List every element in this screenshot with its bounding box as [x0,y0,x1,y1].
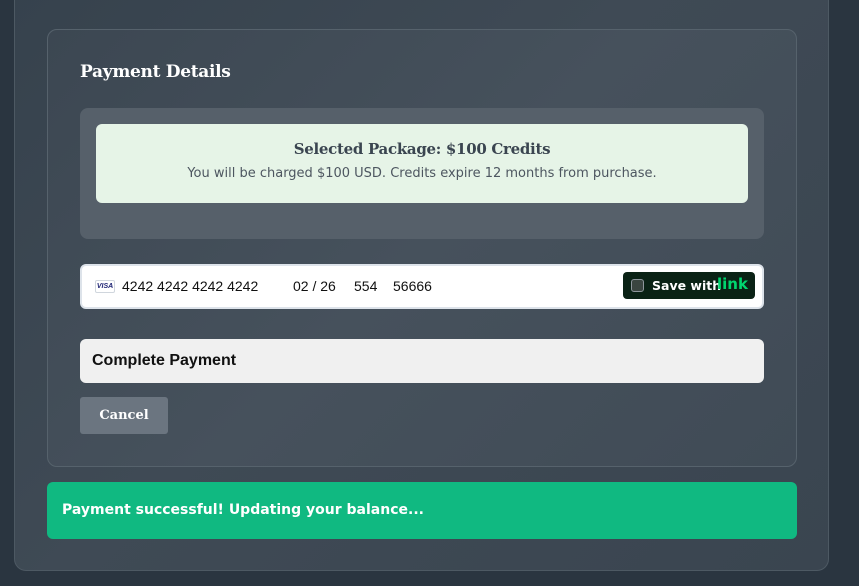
payment-details-card: Payment Details Selected Package: $100 C… [47,29,797,467]
success-message: Payment successful! Updating your balanc… [62,502,424,518]
save-with-link-checkbox[interactable] [631,279,644,292]
visa-card-icon: VISA [95,280,115,293]
card-zip-field[interactable] [393,278,453,295]
card-cvc-field[interactable] [354,278,384,295]
save-with-link-label: Save with [652,278,722,293]
selected-package-description: You will be charged $100 USD. Credits ex… [187,166,657,181]
selected-package-title: Selected Package: $100 Credits [293,140,551,158]
link-logo: link [717,275,748,293]
save-with-link-button[interactable]: Save with link [623,272,755,299]
card-input-element[interactable]: VISA Save with link [80,264,764,309]
selected-package-notice: Selected Package: $100 Credits You will … [96,124,748,203]
page-title: Payment Details [80,62,231,82]
selected-package-section: Selected Package: $100 Credits You will … [80,108,764,239]
complete-payment-button[interactable]: Complete Payment [80,339,764,383]
card-expiry-field[interactable] [293,278,348,295]
payment-success-banner: Payment successful! Updating your balanc… [47,482,797,539]
cancel-button[interactable]: Cancel [80,397,168,434]
card-number-field[interactable] [122,278,282,295]
